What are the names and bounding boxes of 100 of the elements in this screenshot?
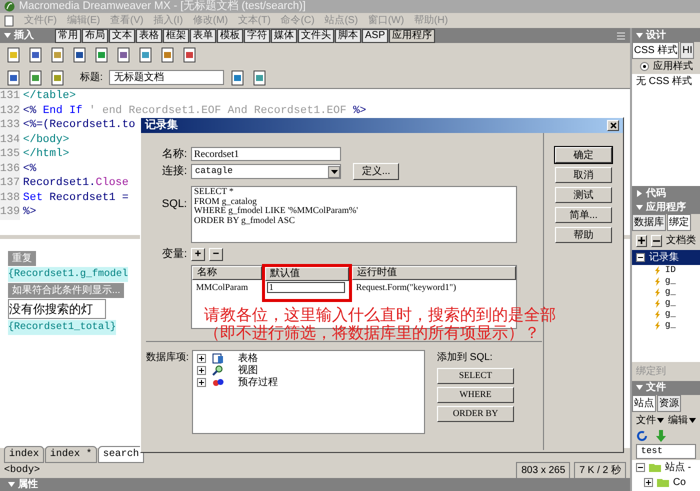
panel-title[interactable]: 插入 <box>14 28 34 43</box>
panel-tab[interactable]: 绑定 <box>667 214 691 231</box>
page-icon[interactable] <box>182 47 198 63</box>
document-tab[interactable]: index <box>4 446 44 463</box>
line-number: 135 <box>0 147 20 162</box>
collapse-icon[interactable] <box>636 253 645 262</box>
tree-item[interactable]: 预存过程 <box>230 374 278 390</box>
insert-tab[interactable]: 文件头 <box>298 29 334 43</box>
sql-line: FROM g_catalog <box>194 196 258 206</box>
radio-button[interactable] <box>640 62 649 71</box>
page-icon[interactable] <box>94 47 110 63</box>
close-button[interactable] <box>607 120 619 131</box>
title-field[interactable]: 无标题文档 <box>108 70 224 85</box>
site-select[interactable]: test <box>636 444 696 459</box>
add-to-sql-button[interactable]: SELECT <box>437 368 514 384</box>
tree-item[interactable]: ID <box>665 265 676 276</box>
dialog-button[interactable]: 帮助 <box>555 227 612 243</box>
folder-icon <box>649 463 661 472</box>
tree-item[interactable]: g_ <box>665 309 676 320</box>
page-icon[interactable] <box>116 47 132 63</box>
code-line: Recordset1.Close <box>22 176 129 190</box>
page-icon[interactable] <box>50 70 66 86</box>
panel-tab[interactable]: CSS 样式 <box>632 42 680 59</box>
insert-tab[interactable]: 媒体 <box>271 29 297 43</box>
name-field[interactable]: Recordset1 <box>191 147 341 161</box>
body-text: 没有你搜索的灯 <box>8 299 106 319</box>
expand-icon[interactable] <box>644 478 653 487</box>
tree-item[interactable]: g_ <box>665 298 676 309</box>
menu-button[interactable]: 编辑 <box>668 412 696 428</box>
table-cell-text: MMColParam <box>195 281 250 294</box>
tree-item[interactable]: Co <box>673 475 686 490</box>
tree-item[interactable]: 站点 - <box>665 460 692 475</box>
page-icon[interactable] <box>50 47 66 63</box>
tag-selector[interactable]: <body> <box>4 463 512 478</box>
tree-item[interactable]: 表格 <box>230 350 258 366</box>
page-icon[interactable] <box>252 70 268 86</box>
field-label: 连接: <box>160 164 187 180</box>
field-label: 变量: <box>160 246 187 262</box>
column-header[interactable]: 默认值 <box>265 267 349 281</box>
page-icon[interactable] <box>72 47 88 63</box>
dialog-button[interactable]: 取消 <box>555 167 612 183</box>
insert-tab[interactable]: 文本 <box>109 29 135 43</box>
tree-item[interactable]: g_ <box>665 320 676 331</box>
field-label: SQL: <box>160 197 187 212</box>
document-tab[interactable]: search <box>98 446 144 463</box>
document-icon[interactable] <box>4 14 14 26</box>
page-icon[interactable] <box>28 47 44 63</box>
add-variable-button[interactable]: + <box>191 248 205 260</box>
add-button[interactable] <box>636 234 647 246</box>
line-number: 133 <box>0 118 20 132</box>
insert-tab[interactable]: 表格 <box>136 29 162 43</box>
expand-icon[interactable] <box>197 354 206 362</box>
page-icon[interactable] <box>138 47 154 63</box>
page-icon[interactable] <box>6 70 22 86</box>
insert-tab[interactable]: 常用 <box>55 29 81 43</box>
page-icon[interactable] <box>160 47 176 63</box>
properties-panel-title[interactable]: 属性 <box>18 477 38 491</box>
insert-tab[interactable]: 字符 <box>244 29 270 43</box>
insert-tab[interactable]: 布局 <box>82 29 108 43</box>
page-icon[interactable] <box>6 47 22 63</box>
insert-tab[interactable]: 脚本 <box>335 29 361 43</box>
insert-tab[interactable]: ASP <box>362 29 388 43</box>
field-label: 数据库项: <box>146 350 190 365</box>
insert-tab[interactable]: 表单 <box>190 29 216 43</box>
dialog-button[interactable]: 确定 <box>555 147 612 163</box>
options-icon[interactable] <box>616 30 626 40</box>
page-icon[interactable] <box>28 70 44 86</box>
tree-item[interactable]: g_ <box>665 276 676 287</box>
default-value-field[interactable]: 1 <box>267 282 345 293</box>
remove-button[interactable] <box>651 234 662 246</box>
tree-item[interactable]: 视图 <box>230 362 258 378</box>
insert-tab[interactable]: 应用程序 <box>389 29 436 43</box>
refresh-icon[interactable] <box>636 430 648 442</box>
line-number: 134 <box>0 132 20 147</box>
document-tab[interactable]: index * <box>45 446 98 463</box>
define-button[interactable]: 定义... <box>353 163 400 180</box>
insert-tab[interactable]: 模板 <box>217 29 243 43</box>
tree-item[interactable]: g_ <box>665 287 676 298</box>
sql-editor[interactable]: SELECT * FROM g_catalog WHERE g_fmodel LIKE '%MMColParam%' ORDER BY g_fmodel ASC <box>191 186 517 243</box>
collapse-icon[interactable] <box>636 463 645 472</box>
panel-tab[interactable]: HI <box>680 42 694 59</box>
dialog-button[interactable]: 测试 <box>555 187 612 203</box>
add-to-sql-button[interactable]: ORDER BY <box>437 406 514 422</box>
dialog-button[interactable]: 简单... <box>555 207 612 223</box>
insert-tab[interactable]: 框架 <box>163 29 189 43</box>
menu-button[interactable]: 文件 <box>636 412 664 428</box>
expand-icon[interactable] <box>197 378 206 386</box>
remove-variable-button[interactable]: − <box>209 248 223 260</box>
panel-tab[interactable]: 资源 <box>657 394 681 412</box>
sql-line: WHERE g_fmodel LIKE '%MMColParam%' <box>194 206 359 216</box>
add-to-sql-button[interactable]: WHERE <box>437 387 514 403</box>
column-header[interactable]: 名称 <box>192 266 262 280</box>
connection-select[interactable]: catagle <box>191 164 341 179</box>
panel-tab[interactable]: 站点 <box>632 394 656 412</box>
expand-icon[interactable] <box>197 366 206 374</box>
page-icon[interactable] <box>230 70 246 86</box>
panel-tab[interactable]: 数据库 <box>632 214 666 231</box>
close-icon <box>610 122 616 129</box>
style-item[interactable]: 无 CSS 样式 <box>632 74 700 186</box>
column-header[interactable]: 运行时值 <box>352 266 516 280</box>
